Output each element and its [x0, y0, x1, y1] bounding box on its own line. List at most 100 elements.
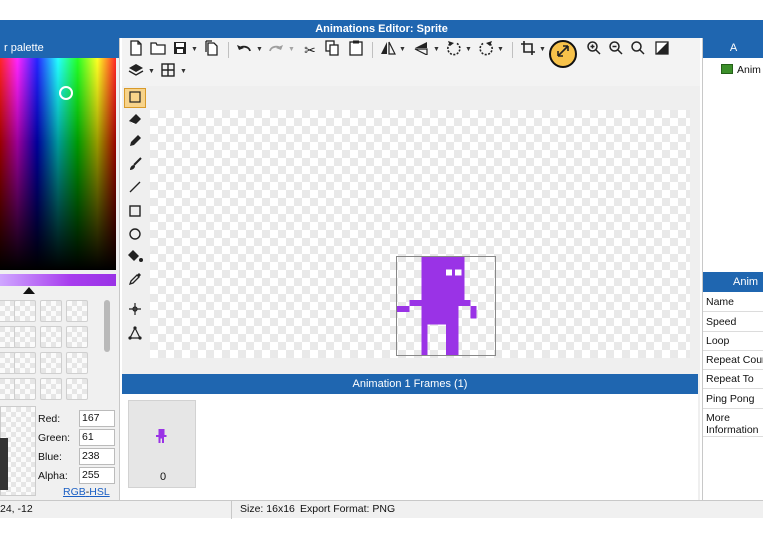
cut-icon[interactable]: ✂ — [300, 40, 320, 60]
swatch[interactable] — [66, 300, 88, 322]
frame-sprite-preview — [155, 429, 167, 443]
color-mode-links: RGB-HSL — [63, 486, 110, 498]
frame-thumbnail[interactable]: 0 — [128, 400, 196, 488]
eyedropper-tool-icon[interactable] — [124, 272, 146, 292]
frames-panel: 0 — [122, 394, 698, 500]
swatch[interactable] — [40, 326, 62, 348]
redo-icon[interactable] — [266, 40, 286, 60]
transform-tool-icon[interactable] — [124, 326, 146, 346]
animation-icon — [721, 64, 733, 74]
save-as-icon[interactable] — [202, 40, 222, 60]
red-label: Red: — [38, 413, 61, 425]
property-ping-pong[interactable]: Ping Pong — [703, 389, 763, 409]
properties-panel: Name Speed Loop Repeat Cour Repeat To Pi… — [703, 292, 763, 500]
rectangle-tool-icon[interactable] — [124, 203, 146, 223]
hue-slider[interactable] — [0, 274, 116, 286]
crop-dropdown-icon[interactable]: ▼ — [539, 40, 546, 60]
ellipse-tool-icon[interactable] — [124, 226, 146, 246]
flip-vertical-dropdown-icon[interactable]: ▼ — [433, 40, 440, 60]
swatch[interactable] — [14, 352, 36, 374]
rotate-right-icon[interactable] — [476, 40, 496, 60]
animation-item-label: Anim — [737, 64, 761, 76]
paste-icon[interactable] — [346, 40, 366, 60]
fill-tool-icon[interactable] — [124, 249, 146, 269]
animation-list-item[interactable]: Anim — [721, 64, 761, 76]
background-icon[interactable] — [652, 40, 672, 60]
new-file-icon[interactable] — [126, 40, 146, 60]
swatch[interactable] — [14, 378, 36, 400]
select-tool-icon[interactable] — [124, 88, 146, 108]
spectrum-overlay — [0, 58, 116, 270]
hue-slider-marker[interactable] — [23, 287, 35, 294]
flip-horizontal-dropdown-icon[interactable]: ▼ — [399, 40, 406, 60]
property-repeat-count[interactable]: Repeat Cour — [703, 351, 763, 370]
swatch[interactable] — [66, 352, 88, 374]
toolbar-separator — [228, 42, 229, 58]
properties-panel-title: Anim — [703, 272, 763, 292]
zoom-fit-icon[interactable] — [628, 40, 648, 60]
move-tool-icon[interactable] — [124, 302, 146, 322]
toolbar-separator — [372, 42, 373, 58]
zoom-out-icon[interactable] — [606, 40, 626, 60]
blue-row: Blue: 238 — [38, 448, 118, 466]
copy-icon[interactable] — [322, 40, 342, 60]
blue-input[interactable]: 238 — [79, 448, 115, 465]
crop-icon[interactable] — [518, 40, 538, 60]
property-repeat-to[interactable]: Repeat To — [703, 370, 763, 389]
rotate-left-icon[interactable] — [444, 40, 464, 60]
swatch[interactable] — [40, 352, 62, 374]
color-picker-handle[interactable] — [59, 86, 73, 100]
green-input[interactable]: 61 — [79, 429, 115, 446]
property-more-information[interactable]: More Information — [703, 409, 763, 437]
redo-dropdown-icon[interactable]: ▼ — [288, 40, 295, 60]
hsl-link[interactable]: HSL — [89, 486, 109, 498]
frame-number: 0 — [159, 471, 167, 483]
zoom-in-icon[interactable] — [584, 40, 604, 60]
red-input[interactable]: 167 — [79, 410, 115, 427]
status-coords-cell: 24, -12 — [0, 501, 232, 519]
grid-dropdown-icon[interactable]: ▼ — [180, 62, 187, 82]
eraser-tool-icon[interactable] — [124, 111, 146, 131]
save-icon[interactable] — [170, 40, 190, 60]
tool-palette — [122, 86, 148, 366]
resize-icon[interactable] — [549, 40, 577, 68]
swatch[interactable] — [66, 378, 88, 400]
undo-dropdown-icon[interactable]: ▼ — [256, 40, 263, 60]
swatch-scrollbar[interactable] — [104, 300, 110, 352]
rotate-left-dropdown-icon[interactable]: ▼ — [465, 40, 472, 60]
animations-panel: A Anim Anim Name Speed Loop Repeat Cour … — [702, 38, 763, 500]
animations-panel-title: A — [703, 38, 763, 58]
rgb-link[interactable]: RGB — [63, 486, 86, 498]
editor-area: ▼ ▼ ▼ ✂ ▼ ▼ ▼ ▼ ▼ ▼ ▼ Animation 1 Frames… — [122, 38, 700, 500]
swatch[interactable] — [14, 326, 36, 348]
swatch[interactable] — [40, 378, 62, 400]
flip-horizontal-icon[interactable] — [378, 40, 398, 60]
grid-icon[interactable] — [158, 62, 178, 82]
brush-tool-icon[interactable] — [124, 157, 146, 177]
pencil-tool-icon[interactable] — [124, 134, 146, 154]
window-title: Animations Editor: Sprite — [0, 20, 763, 38]
canvas-scroll-area — [148, 358, 698, 368]
property-loop[interactable]: Loop — [703, 332, 763, 351]
line-tool-icon[interactable] — [124, 180, 146, 200]
color-preview-previous — [0, 438, 8, 490]
swatch[interactable] — [14, 300, 36, 322]
save-dropdown-icon[interactable]: ▼ — [191, 40, 198, 60]
rotate-right-dropdown-icon[interactable]: ▼ — [497, 40, 504, 60]
alpha-row: Alpha: 255 — [38, 467, 118, 485]
layers-dropdown-icon[interactable]: ▼ — [148, 62, 155, 82]
blue-label: Blue: — [38, 451, 62, 463]
green-row: Green: 61 — [38, 429, 118, 447]
swatch[interactable] — [66, 326, 88, 348]
alpha-input[interactable]: 255 — [79, 467, 115, 484]
drawing-canvas[interactable] — [150, 110, 690, 358]
property-speed[interactable]: Speed — [703, 312, 763, 332]
flip-vertical-icon[interactable] — [412, 40, 432, 60]
sprite-image[interactable] — [396, 256, 496, 356]
swatch[interactable] — [40, 300, 62, 322]
layers-icon[interactable] — [126, 62, 146, 82]
undo-icon[interactable] — [234, 40, 254, 60]
property-name[interactable]: Name — [703, 292, 763, 312]
open-folder-icon[interactable] — [148, 40, 168, 60]
main-toolbar: ▼ ▼ ▼ ✂ ▼ ▼ ▼ ▼ ▼ ▼ ▼ — [122, 38, 700, 86]
